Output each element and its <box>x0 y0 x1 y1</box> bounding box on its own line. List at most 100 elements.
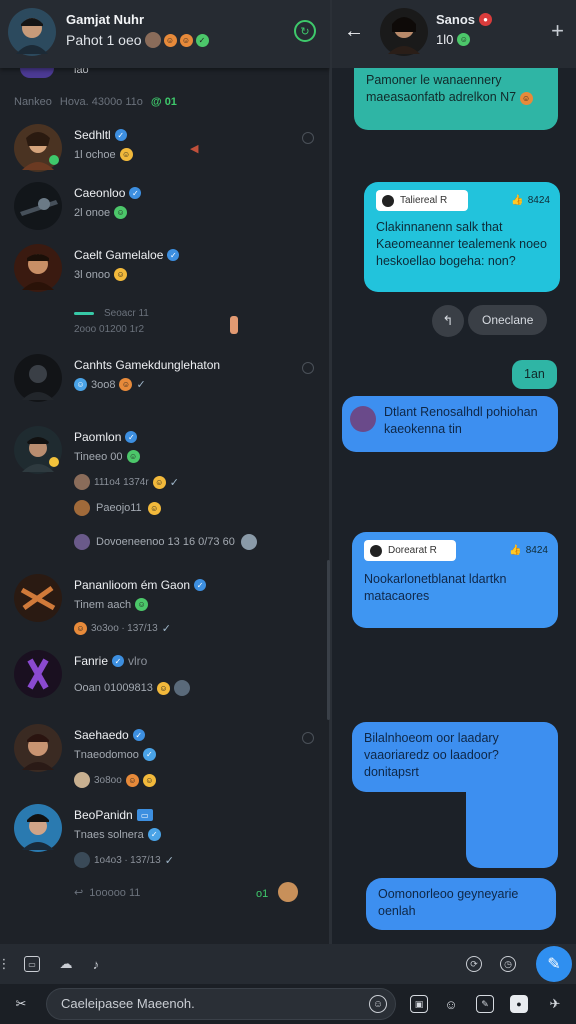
emoji-icon: ☺ <box>119 378 133 391</box>
cloud-icon[interactable]: ☁ <box>58 956 74 972</box>
sender-avatar <box>74 852 90 868</box>
status-icon: ● <box>479 13 493 26</box>
toolbar: ⋮ ▭ ☁ ♪ ⟳ ◷ <box>0 944 576 984</box>
compose-button[interactable]: ✎ <box>536 946 572 982</box>
contact-name: Caelt Gamelaloe <box>74 248 164 262</box>
message-bubble[interactable]: Oneclane <box>468 305 548 335</box>
contact-name: BeoPanidn <box>74 808 133 822</box>
sender-avatar <box>278 882 298 902</box>
chat-row[interactable]: Sedhltl ✓ 1l ochoe ☺ ◀ <box>0 124 330 186</box>
emoji-icon: ☺ <box>163 33 177 47</box>
chat-row[interactable]: Paomlon ✓ Tineeo 00 ☺ 111o4 1374r ☺ ✓ <box>0 426 330 490</box>
emoji-icon[interactable]: ☺ <box>369 995 387 1013</box>
chat-row[interactable]: Fanrie ✓ vlro Ooan 01009813 ☺ <box>0 650 330 712</box>
avatar-icon <box>370 544 382 557</box>
chat-row[interactable]: Paeojo11 ☺ <box>74 500 161 516</box>
emoji-icon: ☺ <box>457 33 471 46</box>
translate-icon[interactable]: ⟳ <box>466 956 482 972</box>
contact-name: Sedhltl <box>74 128 111 142</box>
image-icon[interactable]: ▣ <box>410 995 428 1013</box>
story-avatar[interactable] <box>20 68 54 78</box>
user-avatar[interactable] <box>8 8 56 56</box>
like-icon: 👍 <box>509 545 522 556</box>
face-icon[interactable]: ☺ <box>442 995 460 1013</box>
message-bubble[interactable]: 1an <box>512 360 557 389</box>
message-bubble[interactable]: Bilalnhoeom oor laadary vaaoriaredz oo l… <box>352 722 558 792</box>
chat-meta: 3o8oo <box>94 774 122 786</box>
message-input[interactable]: Caeleipasee Maeenoh. ☺ <box>46 988 396 1020</box>
chat-preview: Paeojo11 <box>96 502 142 514</box>
music-icon[interactable]: ♪ <box>88 956 104 972</box>
chat-row[interactable]: Dovoeneenoo 13 16 0/73 60 <box>74 534 257 550</box>
message-bubble[interactable]: Dorearat R 👍 8424 Nookarlonetblanat ldart… <box>352 532 558 628</box>
chat-meta: 111o4 1374r <box>94 476 149 488</box>
contact-avatar <box>14 182 62 230</box>
chat-preview: 2l onoe <box>74 206 111 219</box>
verified-icon: ✓ <box>132 729 145 741</box>
send-icon[interactable]: ✈ <box>546 995 564 1013</box>
record-icon[interactable]: ● <box>510 995 528 1013</box>
emoji-icon: ☺ <box>147 501 161 515</box>
conversation-pane: ← Sanos ● 1l0 ☺ + Pamoner le wanaennery ma… <box>332 0 576 944</box>
read-icon: ✓ <box>161 623 171 635</box>
reply-chip[interactable]: Taliereal R <box>376 190 468 211</box>
chat-preview: vlro <box>128 654 148 668</box>
chat-preview: 3oo8 <box>91 378 116 391</box>
message-bubble[interactable]: Taliereal R 👍 8424 Clakinnanenn salk that… <box>364 182 560 292</box>
message-bubble[interactable]: Dtlant Renosalhdl pohiohan kaeokenna tin <box>342 396 558 452</box>
clock-icon[interactable]: ◷ <box>500 956 516 972</box>
chat-list-pane: Gamjat Nuhr Pahot 1 oeo ☺ ☺ ✓ ↻ lao Nank… <box>0 0 330 944</box>
message-text: Pamoner le wanaennery maeasaonfatb adrel… <box>366 73 517 104</box>
chat-preview: 1ooooo 11 <box>89 886 141 899</box>
chat-meta: 2ooo 01200 1r2 <box>74 324 145 335</box>
message-bubble[interactable]: Oomonorleoo geyneyarie oenlah <box>366 878 556 930</box>
chat-row[interactable]: BeoPanidn ▭ Tnaes solnera ✓ 1o4o3 ∙ 137/13… <box>0 804 330 868</box>
chat-row[interactable]: Canhts Gamekdunglehaton ☺ 3oo8 ☺ ✓ <box>0 354 330 416</box>
contact-name: Canhts Gamekdunglehaton <box>74 358 221 372</box>
emoji-icon: ☺ <box>119 148 133 161</box>
chat-row[interactable]: Caelt Gamelaloe ✓ 3l onoo ☺ <box>0 244 330 306</box>
contact-avatar <box>14 244 62 292</box>
read-icon: ✓ <box>169 476 179 489</box>
contact-avatar <box>14 724 62 772</box>
attach-icon[interactable]: ✂ <box>12 995 30 1013</box>
scrollbar[interactable] <box>327 560 330 720</box>
emoji-icon: ☺ <box>114 206 128 219</box>
back-arrow-icon[interactable]: ← <box>344 20 364 43</box>
chat-row[interactable]: Saehaedo ✓ Tnaeodomoo ✓ 3o8oo ☺ ☺ <box>0 724 330 788</box>
more-icon[interactable] <box>302 132 314 144</box>
read-icon: ✓ <box>164 854 174 867</box>
chat-meta: 1o4o3 ∙ 137/13 <box>94 854 161 866</box>
emoji-icon: ☺ <box>152 475 166 489</box>
add-icon[interactable]: + <box>551 18 564 44</box>
chat-list-header: Gamjat Nuhr Pahot 1 oeo ☺ ☺ ✓ ↻ <box>0 0 330 68</box>
sticker-icon[interactable]: ▭ <box>24 956 40 972</box>
gif-icon[interactable]: ✎ <box>476 995 494 1013</box>
verified-icon: ✓ <box>167 249 180 261</box>
verified-icon: ✓ <box>114 129 127 141</box>
filter-label[interactable]: Nankeo <box>14 96 52 108</box>
chat-row[interactable]: Pananlioom ém Gaon ✓ Tinem aach ☺ ☺ 3o3oo ∙… <box>0 574 330 636</box>
reply-icon[interactable]: ↰ <box>432 305 464 337</box>
emoji-icon: ☺ <box>519 92 533 105</box>
contact-avatar <box>14 574 62 622</box>
refresh-icon[interactable]: ↻ <box>294 20 316 42</box>
emoji-icon: ☺ <box>135 598 149 611</box>
reply-chip[interactable]: Dorearat R <box>364 540 456 561</box>
contact-avatar[interactable] <box>380 8 428 56</box>
conversation-header: ← Sanos ● 1l0 ☺ + <box>332 0 576 68</box>
verified-icon: ✓ <box>125 431 138 443</box>
message-bubble[interactable]: Pamoner le wanaennery maeasaonfatb adrel… <box>354 62 558 130</box>
contact-name: Pananlioom ém Gaon <box>74 578 191 592</box>
user-name: Gamjat Nuhr <box>66 12 145 27</box>
sender-avatar <box>173 680 190 696</box>
more-icon[interactable] <box>302 732 314 744</box>
chat-row[interactable]: ↩ 1ooooo 11 <box>74 886 141 900</box>
more-icon[interactable] <box>302 362 314 374</box>
contact-name: Sanos <box>436 12 476 27</box>
dots-icon[interactable]: ⋮ <box>0 956 12 972</box>
emoji-icon: ☺ <box>114 268 128 281</box>
emoji-icon: ✓ <box>147 828 161 841</box>
sender-avatar <box>74 500 90 516</box>
chat-row[interactable]: Caeonloo ✓ 2l onoe ☺ <box>0 182 330 244</box>
